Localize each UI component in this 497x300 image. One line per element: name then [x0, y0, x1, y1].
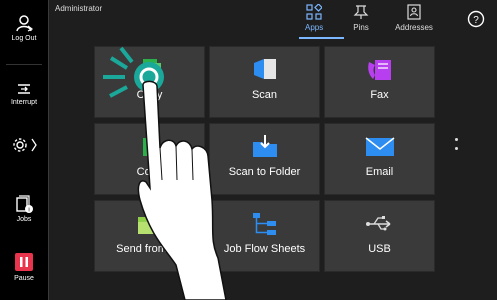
app-label-copy: Copy	[136, 89, 163, 101]
jobs-icon: i	[16, 195, 33, 214]
app-tile-usb[interactable]: USB	[324, 200, 435, 272]
page-dot	[455, 147, 458, 150]
pause-button[interactable]: Pause	[0, 252, 48, 282]
user-name: Administrator	[55, 4, 103, 13]
app-label-scan: Scan	[251, 89, 278, 101]
page-dot	[455, 138, 458, 141]
send-from-folder-icon	[135, 211, 165, 242]
top-bar: Administrator Apps Pins Addresses ?	[49, 0, 497, 40]
job-flow-sheets-icon	[250, 211, 280, 242]
address-book-icon	[407, 4, 421, 20]
apps-grid-icon	[306, 4, 323, 20]
usb-icon	[365, 211, 395, 242]
tab-apps-label: Apps	[305, 23, 324, 32]
copy-icon	[135, 57, 165, 88]
active-tab-indicator	[299, 37, 344, 39]
app-tile-email[interactable]: Email	[324, 123, 435, 195]
app-tile-scan[interactable]: Scan	[209, 46, 320, 118]
interrupt-button[interactable]: Interrupt	[0, 82, 48, 106]
logout-label: Log Out	[11, 35, 37, 42]
left-rail: Log Out Interrupt i Jobs Pause	[0, 0, 49, 300]
rail-divider	[6, 64, 42, 65]
fax-icon	[365, 57, 395, 88]
interrupt-icon	[18, 84, 30, 94]
app-tile-send-from-folder[interactable]: Send from Fo	[94, 200, 205, 272]
app-label-email: Email	[365, 166, 394, 178]
pin-icon	[353, 5, 369, 19]
pause-icon	[15, 253, 33, 271]
svg-text:i: i	[28, 208, 29, 214]
device-settings-button[interactable]	[0, 136, 48, 157]
app-tile-copy[interactable]: Copy	[94, 46, 205, 118]
logout-icon	[16, 15, 33, 32]
app-tile-fax[interactable]: Fax	[324, 46, 435, 118]
help-button[interactable]: ?	[467, 10, 485, 33]
page-indicator[interactable]	[455, 138, 458, 156]
app-label-job-flow-sheets: Job Flow Sheets	[223, 243, 306, 255]
pause-label: Pause	[14, 275, 34, 282]
logout-button[interactable]: Log Out	[0, 14, 48, 42]
help-icon: ?	[467, 10, 485, 28]
gear-icon	[13, 138, 37, 152]
jobs-button[interactable]: i Jobs	[0, 195, 48, 223]
app-label-id-card-copy: Copy	[136, 166, 163, 178]
app-tile-job-flow-sheets[interactable]: Job Flow Sheets	[209, 200, 320, 272]
tab-apps[interactable]: Apps	[305, 4, 323, 32]
app-label-scan-to-folder: Scan to Folder	[228, 166, 301, 178]
email-icon	[365, 134, 395, 165]
scan-icon	[250, 57, 280, 88]
app-label-send-from-folder: Send from Fo	[116, 243, 183, 255]
tab-pins[interactable]: Pins	[331, 4, 391, 32]
svg-text:?: ?	[473, 15, 479, 26]
app-label-usb: USB	[368, 243, 391, 255]
tab-addresses[interactable]: Addresses	[384, 4, 444, 32]
id-card-copy-icon	[135, 134, 165, 165]
app-tile-scan-to-folder[interactable]: Scan to Folder	[209, 123, 320, 195]
interrupt-label: Interrupt	[10, 99, 38, 106]
jobs-label: Jobs	[16, 216, 32, 223]
scan-to-folder-icon	[250, 134, 280, 165]
app-tile-id-card-copy[interactable]: Copy	[94, 123, 205, 195]
app-label-fax: Fax	[370, 89, 389, 101]
tab-addresses-label: Addresses	[395, 23, 433, 32]
tab-pins-label: Pins	[353, 23, 369, 32]
